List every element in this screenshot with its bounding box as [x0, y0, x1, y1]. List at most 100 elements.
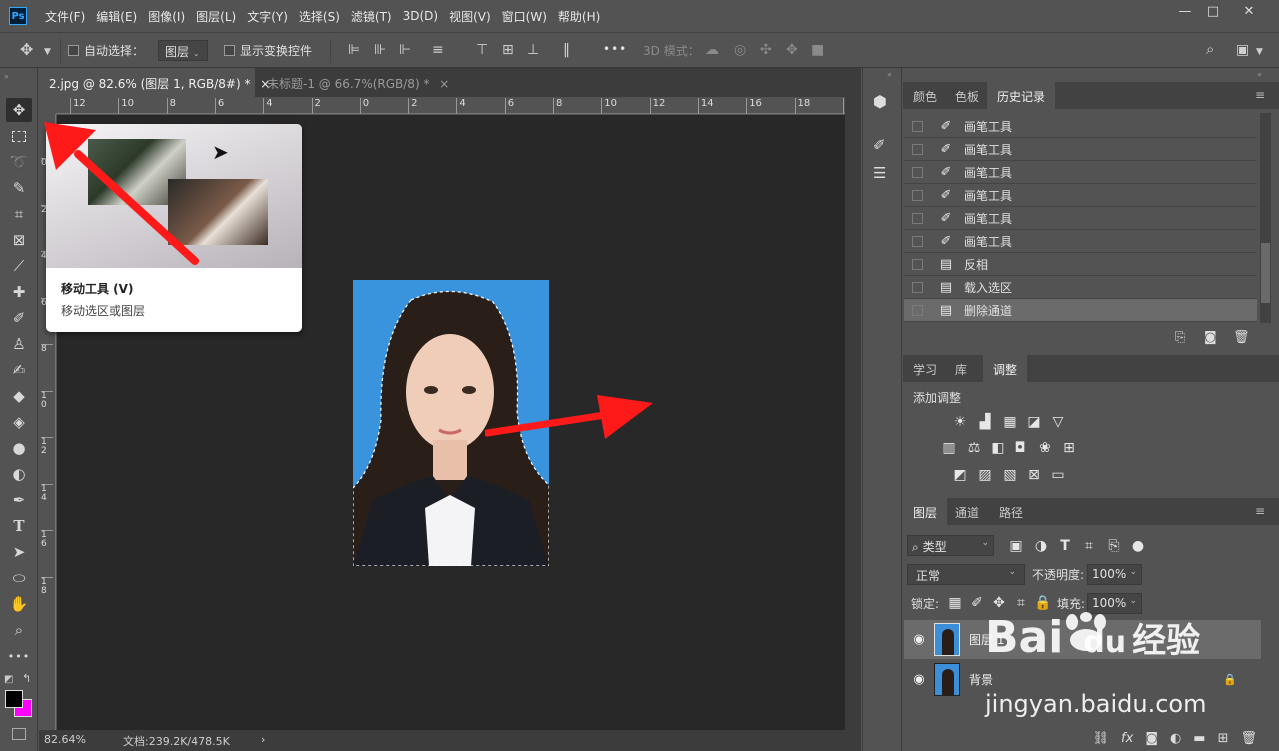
- auto-select-option[interactable]: 自动选择：: [68, 42, 144, 59]
- history-row[interactable]: ✐ 画笔工具: [904, 161, 1257, 184]
- hue-saturation-icon[interactable]: ▥: [940, 439, 958, 457]
- tab-paths[interactable]: 路径: [989, 498, 1033, 525]
- posterize-icon[interactable]: ▨: [976, 466, 994, 484]
- tab-untitled-1[interactable]: 未标题-1 @ 66.7%(RGB/8) * ×: [257, 68, 459, 97]
- tab-2jpg[interactable]: 2.jpg @ 82.6% (图层 1, RGB/8#) * ×: [39, 68, 270, 97]
- align-bottom-icon[interactable]: ⊥: [527, 43, 539, 57]
- new-document-icon[interactable]: ⎘: [1175, 330, 1185, 345]
- filter-adjust-icon[interactable]: ◑: [1032, 537, 1050, 555]
- menu-select[interactable]: 选择(S): [299, 8, 340, 25]
- lasso-tool[interactable]: ➰: [6, 150, 32, 174]
- exposure-icon[interactable]: ◪: [1025, 413, 1043, 431]
- marquee-tool[interactable]: [6, 124, 32, 148]
- history-row[interactable]: ✐ 画笔工具: [904, 207, 1257, 230]
- show-transform-checkbox[interactable]: [224, 45, 235, 56]
- menu-3d[interactable]: 3D(D): [403, 9, 438, 23]
- path-select-tool[interactable]: ➤: [6, 540, 32, 564]
- history-state-checkbox[interactable]: [912, 120, 923, 132]
- expand-panels-icon[interactable]: »: [1257, 70, 1262, 79]
- vibrance-icon[interactable]: ▽: [1049, 413, 1067, 431]
- lock-position-icon[interactable]: ✥: [990, 594, 1008, 612]
- history-row[interactable]: ✐ 画笔工具: [904, 138, 1257, 161]
- menu-file[interactable]: 文件(F): [45, 8, 85, 25]
- brush-settings-icon[interactable]: ✐: [873, 136, 886, 154]
- tab-learn[interactable]: 学习: [903, 355, 947, 382]
- tab-layers[interactable]: 图层: [903, 498, 948, 525]
- layer-name[interactable]: 背景: [969, 671, 993, 688]
- align-center-icon[interactable]: ⊪: [374, 43, 386, 57]
- menu-image[interactable]: 图像(I): [148, 8, 185, 25]
- opacity-input[interactable]: 100% ⌄: [1087, 564, 1142, 585]
- canvas-scrollbar[interactable]: [845, 97, 861, 730]
- more-options-button[interactable]: •••: [603, 42, 627, 56]
- filter-smart-icon[interactable]: ⎘: [1105, 537, 1123, 555]
- history-state-checkbox[interactable]: [912, 258, 923, 270]
- auto-select-checkbox[interactable]: [68, 45, 79, 56]
- blur-tool[interactable]: ●: [6, 436, 32, 460]
- tab-history[interactable]: 历史记录: [987, 82, 1056, 109]
- eraser-tool[interactable]: ◆: [6, 384, 32, 408]
- history-row[interactable]: ▤ 删除通道: [904, 299, 1257, 322]
- black-white-icon[interactable]: ◧: [989, 439, 1007, 457]
- swap-colors-icon[interactable]: ↰: [22, 672, 31, 685]
- history-state-checkbox[interactable]: [912, 304, 923, 316]
- history-state-checkbox[interactable]: [912, 235, 923, 247]
- menu-layer[interactable]: 图层(L): [196, 8, 236, 25]
- fx-icon[interactable]: fx: [1121, 731, 1133, 746]
- color-balance-icon[interactable]: ⚖: [965, 439, 983, 457]
- adjustment-layer-icon[interactable]: ◐: [1170, 731, 1181, 746]
- collapse-panels-icon[interactable]: «: [887, 70, 892, 79]
- healing-brush-tool[interactable]: ✚: [6, 280, 32, 304]
- menu-help[interactable]: 帮助(H): [558, 8, 600, 25]
- layer-filter-dropdown[interactable]: ⌕ 类型 ⌄: [907, 535, 994, 556]
- filter-toggle-icon[interactable]: ●: [1129, 537, 1147, 555]
- menu-window[interactable]: 窗口(W): [502, 8, 547, 25]
- edit-toolbar-icon[interactable]: •••: [6, 644, 32, 668]
- history-scrollbar[interactable]: [1260, 113, 1271, 323]
- lock-image-icon[interactable]: ✐: [968, 594, 986, 612]
- workspace-icon[interactable]: ▣: [1236, 43, 1249, 57]
- color-lookup-icon[interactable]: ⊞: [1060, 439, 1078, 457]
- history-state-checkbox[interactable]: [912, 143, 923, 155]
- type-tool[interactable]: T: [6, 514, 32, 538]
- quick-select-tool[interactable]: ✎: [6, 176, 32, 200]
- selective-color-icon[interactable]: ⊠: [1025, 466, 1043, 484]
- clone-stamp-tool[interactable]: ♙: [6, 332, 32, 356]
- history-row[interactable]: ▤ 反相: [904, 253, 1257, 276]
- move-tool[interactable]: ✥: [6, 98, 32, 122]
- close-button[interactable]: ✕: [1232, 0, 1266, 22]
- tab-library[interactable]: 库: [945, 355, 977, 382]
- trash-icon[interactable]: 🗑: [1233, 330, 1250, 345]
- panel-menu-icon[interactable]: ≡: [1255, 504, 1265, 518]
- dodge-tool[interactable]: ◐: [6, 462, 32, 486]
- status-menu-arrow[interactable]: ›: [261, 733, 265, 746]
- align-middle-icon[interactable]: ⊞: [502, 43, 514, 57]
- align-left-icon[interactable]: ⊫: [348, 43, 360, 57]
- search-icon[interactable]: ⌕: [1206, 42, 1214, 57]
- restore-button[interactable]: □: [1196, 0, 1230, 22]
- tab-close-icon[interactable]: ×: [439, 77, 449, 91]
- trash-icon[interactable]: 🗑: [1240, 731, 1257, 746]
- foreground-color-swatch[interactable]: [5, 690, 23, 708]
- link-layers-icon[interactable]: ⛓: [1093, 731, 1110, 746]
- lock-transparent-icon[interactable]: ▦: [946, 594, 964, 612]
- menu-filter[interactable]: 滤镜(T): [351, 8, 392, 25]
- history-state-checkbox[interactable]: [912, 166, 923, 178]
- hand-tool[interactable]: ✋: [6, 592, 32, 616]
- threshold-icon[interactable]: ▧: [1001, 466, 1019, 484]
- channel-mixer-icon[interactable]: ❀: [1036, 439, 1054, 457]
- blend-mode-dropdown[interactable]: 正常 ⌄: [907, 564, 1025, 585]
- properties-icon[interactable]: ☰: [873, 164, 886, 182]
- history-row[interactable]: ✐ 画笔工具: [904, 115, 1257, 138]
- distribute-vertical-icon[interactable]: ‖: [563, 43, 570, 57]
- lock-all-icon[interactable]: 🔒: [1034, 594, 1052, 612]
- lock-artboard-icon[interactable]: ⌗: [1012, 594, 1030, 612]
- 3d-panel-icon[interactable]: ⬢: [873, 92, 887, 111]
- new-layer-icon[interactable]: ⊞: [1218, 731, 1229, 746]
- history-row[interactable]: ▤ 载入选区: [904, 276, 1257, 299]
- group-folder-icon[interactable]: ▬: [1193, 731, 1205, 746]
- chevron-down-icon[interactable]: ▼: [44, 45, 51, 59]
- workspace-chevron-icon[interactable]: ▼: [1256, 45, 1263, 59]
- history-brush-tool[interactable]: ✍: [6, 358, 32, 382]
- brush-tool[interactable]: ✐: [6, 306, 32, 330]
